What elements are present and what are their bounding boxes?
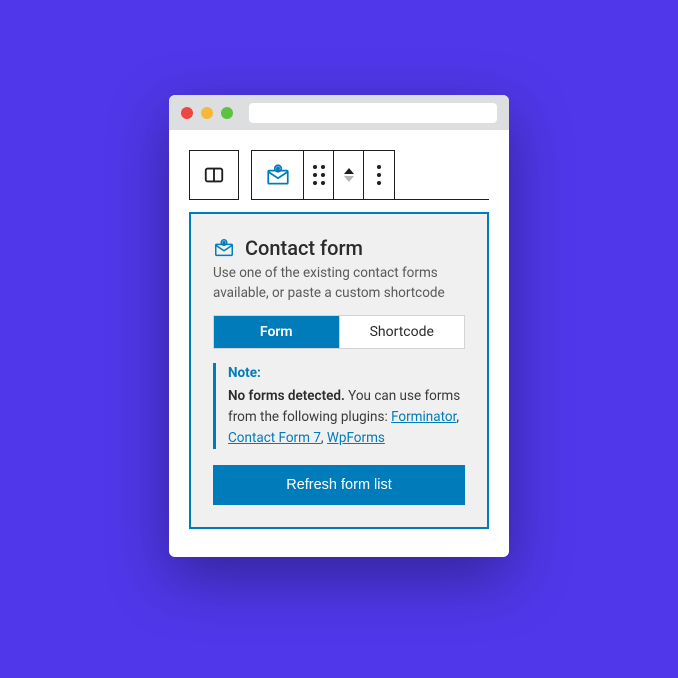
editor-canvas: Contact form Use one of the existing con… xyxy=(169,130,509,557)
chevron-up-icon xyxy=(344,168,354,174)
minimize-window-icon[interactable] xyxy=(201,107,213,119)
maximize-window-icon[interactable] xyxy=(221,107,233,119)
toolbar-underline xyxy=(395,199,489,200)
browser-window: Contact form Use one of the existing con… xyxy=(169,95,509,557)
columns-icon xyxy=(203,164,225,186)
link-wpforms[interactable]: WpForms xyxy=(327,430,385,446)
window-controls xyxy=(181,107,233,119)
move-block-buttons[interactable] xyxy=(333,150,363,200)
more-vertical-icon xyxy=(377,165,381,185)
form-shortcode-tabs: Form Shortcode xyxy=(213,315,465,349)
panel-description: Use one of the existing contact forms av… xyxy=(213,264,465,303)
window-titlebar xyxy=(169,95,509,130)
block-toolbar xyxy=(189,150,489,200)
tab-form[interactable]: Form xyxy=(214,316,339,348)
block-toolbar-group xyxy=(251,150,395,200)
drag-icon xyxy=(313,165,325,185)
chevron-down-icon xyxy=(344,176,354,182)
note-sep-1: , xyxy=(456,409,459,425)
parent-block-button[interactable] xyxy=(189,150,239,200)
url-bar[interactable] xyxy=(249,103,497,123)
note-box: Note: No forms detected. You can use for… xyxy=(213,363,465,449)
block-type-button[interactable] xyxy=(251,150,303,200)
refresh-form-list-button[interactable]: Refresh form list xyxy=(213,465,465,505)
link-contact-form-7[interactable]: Contact Form 7 xyxy=(228,430,321,446)
close-window-icon[interactable] xyxy=(181,107,193,119)
contact-form-icon xyxy=(213,237,235,259)
panel-header: Contact form xyxy=(213,236,465,260)
panel-title: Contact form xyxy=(245,236,363,260)
note-lead: No forms detected. xyxy=(228,388,345,404)
contact-form-icon xyxy=(265,162,291,188)
contact-form-block-panel: Contact form Use one of the existing con… xyxy=(189,212,489,529)
link-forminator[interactable]: Forminator xyxy=(391,409,456,425)
block-options-button[interactable] xyxy=(363,150,395,200)
drag-handle[interactable] xyxy=(303,150,333,200)
note-title: Note: xyxy=(228,363,465,384)
tab-shortcode[interactable]: Shortcode xyxy=(339,316,465,348)
